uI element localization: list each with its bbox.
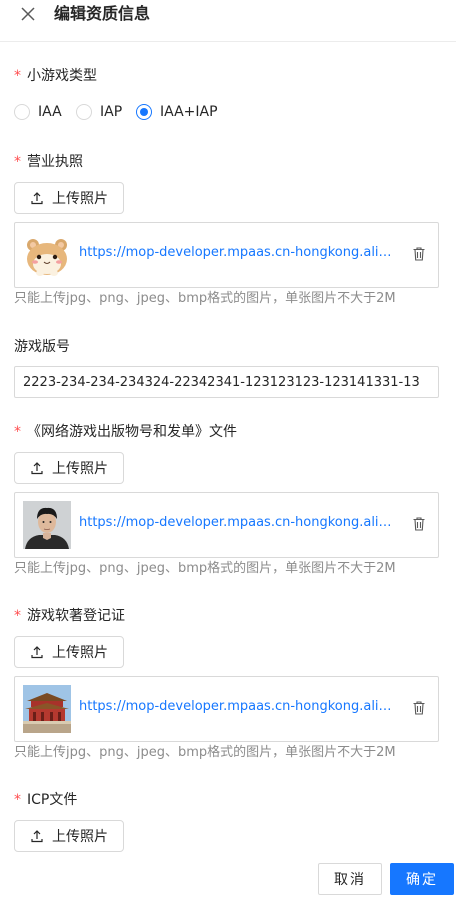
radio-iaa[interactable]: IAA bbox=[14, 102, 62, 122]
dialog-header: 编辑资质信息 bbox=[0, 0, 456, 42]
publication-doc-label: * 《网络游戏出版物号和发单》文件 bbox=[14, 422, 237, 442]
trash-icon[interactable] bbox=[411, 246, 427, 262]
publication-doc-file-card: https://mop-developer.mpaas.cn-hongkong.… bbox=[14, 492, 439, 558]
portrait-image bbox=[23, 501, 71, 549]
radio-label: IAA+IAP bbox=[160, 104, 218, 120]
software-copyright-hint: 只能上传jpg、png、jpeg、bmp格式的图片，单张图片不大于2M bbox=[14, 745, 396, 760]
confirm-button[interactable]: 确定 bbox=[390, 863, 454, 895]
business-license-file-link[interactable]: https://mop-developer.mpaas.cn-hongkong.… bbox=[79, 245, 397, 260]
trash-icon[interactable] bbox=[411, 516, 427, 532]
icp-label-text: ICP文件 bbox=[27, 792, 78, 808]
publication-doc-hint: 只能上传jpg、png、jpeg、bmp格式的图片，单张图片不大于2M bbox=[14, 561, 396, 576]
business-license-hint: 只能上传jpg、png、jpeg、bmp格式的图片，单张图片不大于2M bbox=[14, 291, 396, 306]
trash-icon[interactable] bbox=[411, 700, 427, 716]
business-license-label: * 营业执照 bbox=[14, 152, 83, 172]
required-mark: * bbox=[14, 68, 21, 84]
icp-label: * ICP文件 bbox=[14, 790, 77, 810]
software-copyright-file-link[interactable]: https://mop-developer.mpaas.cn-hongkong.… bbox=[79, 699, 397, 714]
version-number-label: 游戏版号 bbox=[14, 339, 70, 355]
game-type-label-text: 小游戏类型 bbox=[27, 68, 97, 84]
required-mark: * bbox=[14, 792, 21, 808]
radio-iaa-iap[interactable]: IAA+IAP bbox=[136, 102, 218, 122]
required-mark: * bbox=[14, 608, 21, 624]
software-copyright-file-card: https://mop-developer.mpaas.cn-hongkong.… bbox=[14, 676, 439, 742]
version-number-input[interactable] bbox=[14, 366, 439, 398]
software-copyright-label-text: 游戏软著登记证 bbox=[27, 608, 125, 624]
cancel-button[interactable]: 取消 bbox=[318, 863, 382, 895]
dialog-title: 编辑资质信息 bbox=[54, 4, 151, 23]
palace-image bbox=[23, 685, 71, 733]
radio-circle[interactable] bbox=[76, 104, 92, 120]
radio-label: IAA bbox=[38, 104, 62, 120]
close-icon[interactable] bbox=[18, 4, 38, 24]
upload-button-label: 上传照片 bbox=[52, 461, 108, 477]
radio-label: IAP bbox=[100, 104, 123, 120]
upload-software-copyright-button[interactable]: 上传照片 bbox=[14, 636, 124, 668]
software-copyright-label: * 游戏软著登记证 bbox=[14, 606, 125, 626]
required-mark: * bbox=[14, 154, 21, 170]
publication-doc-label-text: 《网络游戏出版物号和发单》文件 bbox=[27, 424, 237, 440]
radio-circle[interactable] bbox=[14, 104, 30, 120]
upload-icon bbox=[31, 830, 43, 843]
required-mark: * bbox=[14, 424, 21, 440]
radio-iap[interactable]: IAP bbox=[76, 102, 122, 122]
business-license-label-text: 营业执照 bbox=[27, 154, 83, 170]
hamster-image bbox=[23, 231, 71, 279]
upload-icon bbox=[31, 192, 43, 205]
publication-doc-file-link[interactable]: https://mop-developer.mpaas.cn-hongkong.… bbox=[79, 515, 397, 530]
upload-button-label: 上传照片 bbox=[52, 829, 108, 845]
upload-button-label: 上传照片 bbox=[52, 645, 108, 661]
business-license-file-card: https://mop-developer.mpaas.cn-hongkong.… bbox=[14, 222, 439, 288]
upload-icp-button[interactable]: 上传照片 bbox=[14, 820, 124, 852]
upload-business-license-button[interactable]: 上传照片 bbox=[14, 182, 124, 214]
upload-icon bbox=[31, 462, 43, 475]
upload-icon bbox=[31, 646, 43, 659]
upload-button-label: 上传照片 bbox=[52, 191, 108, 207]
game-type-label: * 小游戏类型 bbox=[14, 66, 97, 86]
upload-publication-doc-button[interactable]: 上传照片 bbox=[14, 452, 124, 484]
radio-circle[interactable] bbox=[136, 104, 152, 120]
